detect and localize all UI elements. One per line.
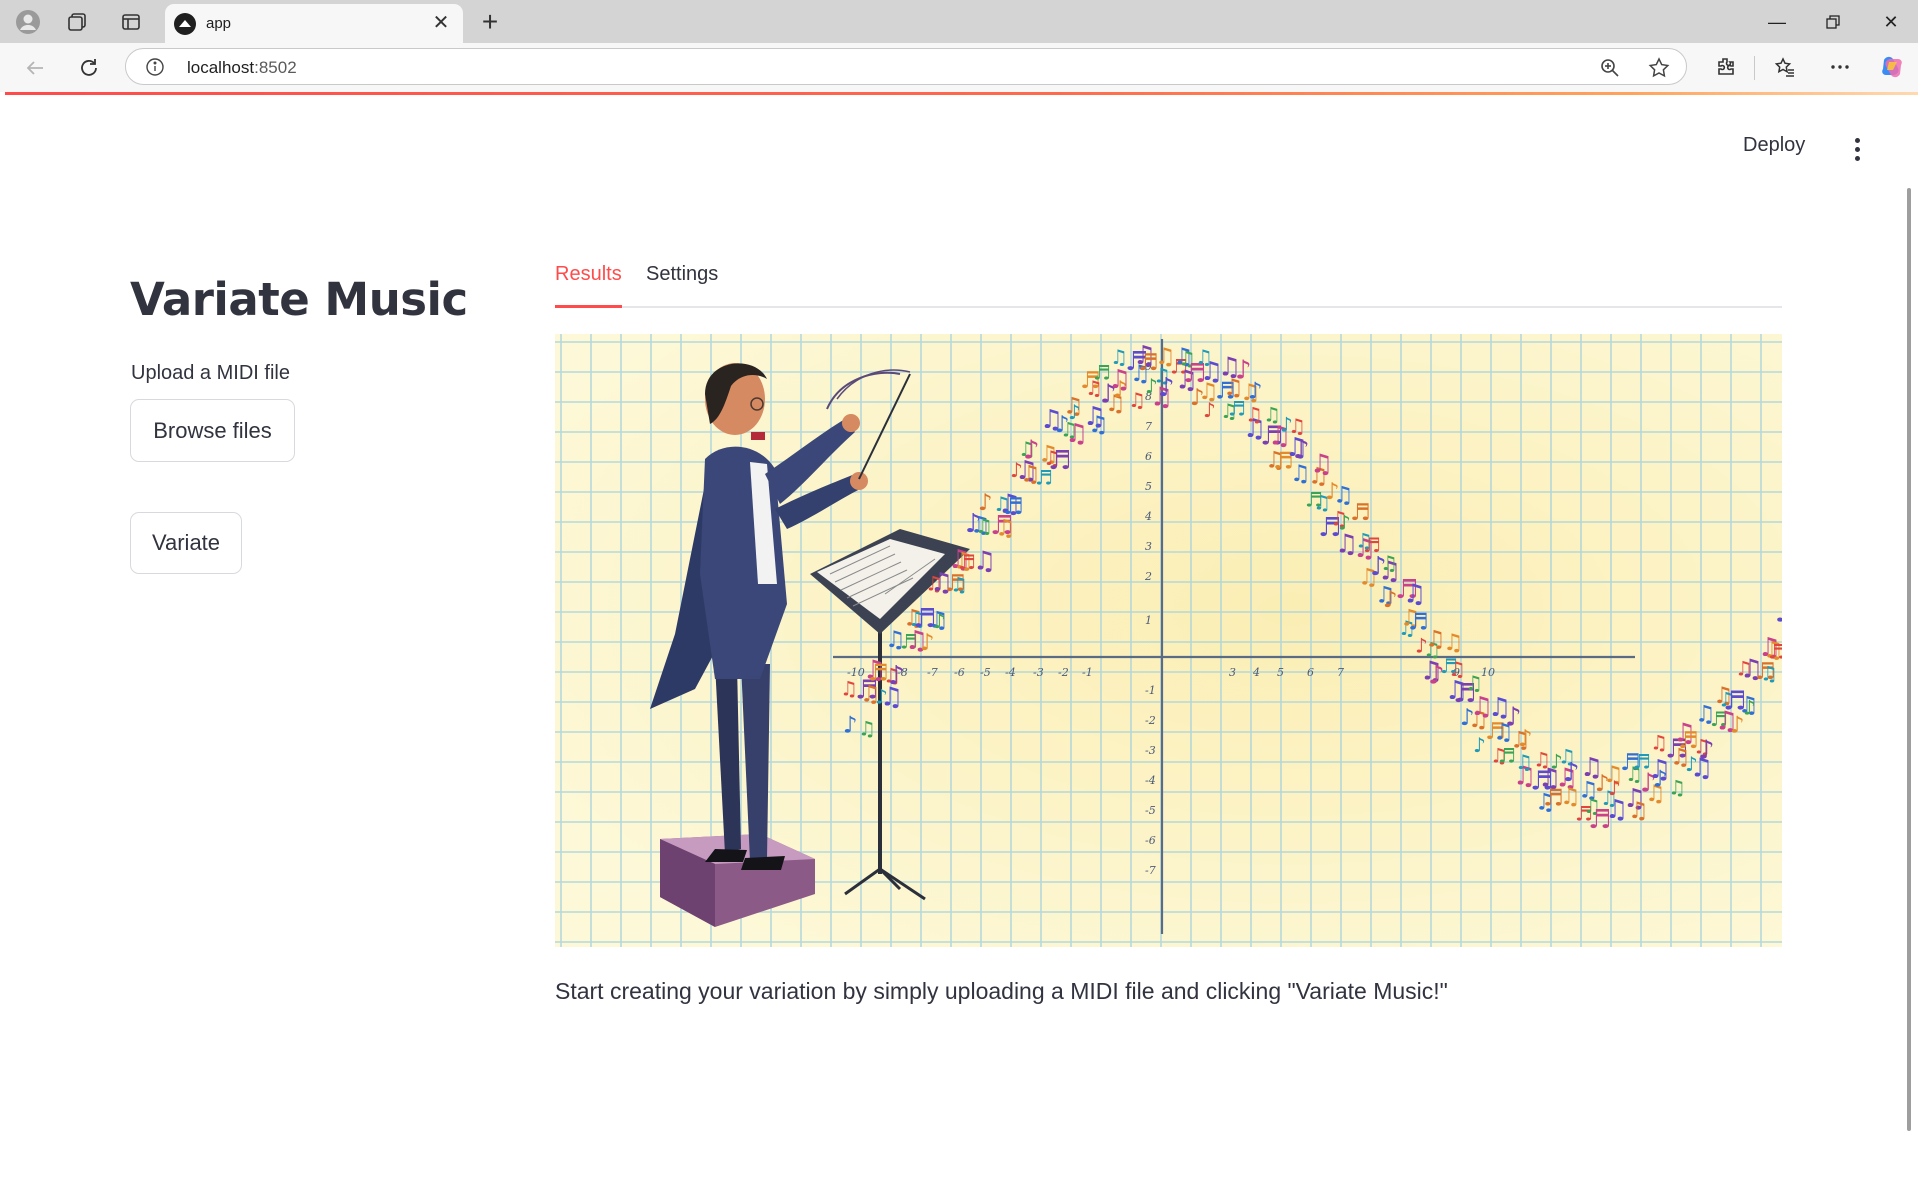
x-tick-label: -1 [1082, 666, 1093, 679]
site-info-icon[interactable] [145, 57, 165, 77]
x-tick-label: 5 [1277, 666, 1284, 679]
music-note: ♪ [1775, 599, 1782, 629]
music-note: ♪ [1608, 776, 1621, 800]
profile-icon[interactable] [14, 8, 41, 35]
scrollbar-thumb[interactable] [1907, 188, 1911, 1131]
y-tick-label: -2 [1145, 714, 1156, 727]
url-text: localhost:8502 [187, 58, 297, 77]
x-tick-label: -7 [927, 666, 938, 679]
close-window-icon[interactable]: ✕ [1868, 6, 1914, 38]
x-tick-label: 4 [1252, 666, 1260, 679]
toolbar-separator [1754, 56, 1755, 80]
y-tick-label: -3 [1145, 744, 1156, 757]
y-tick-label: 7 [1145, 420, 1152, 433]
workspaces-icon[interactable] [63, 8, 90, 35]
reload-icon[interactable] [73, 52, 105, 84]
music-note: ♫ [1668, 776, 1686, 800]
music-note: ♪ [1203, 398, 1216, 422]
x-tick-label: 6 [1307, 666, 1314, 679]
x-tick-label: 3 [1229, 666, 1236, 679]
music-note: ♫ [1310, 449, 1333, 479]
y-tick-label: 5 [1145, 480, 1152, 493]
music-note: ♪ [1473, 733, 1486, 757]
music-note: ♪ [933, 609, 946, 633]
y-tick-label: -5 [1145, 804, 1156, 817]
hero-illustration: -10 -8 -7 -6 -5 -4 -3 -2 -1 3 4 5 6 7 9 10 9 8 7 6 5 4 3 2 1 -1 -2… [555, 334, 1782, 947]
deploy-button[interactable]: Deploy [1743, 134, 1805, 157]
browser-tab-app[interactable]: app ✕ [165, 4, 463, 43]
results-tabs: Results Settings [555, 255, 1782, 308]
music-note: ♬ [1048, 446, 1071, 476]
music-note: ♫ [1448, 657, 1466, 681]
upload-label: Upload a MIDI file [131, 362, 290, 384]
tab-title: app [206, 15, 232, 32]
music-note: ♬ [1350, 500, 1371, 526]
music-note: ♫ [1380, 551, 1398, 575]
streamlit-favicon-icon [174, 13, 196, 35]
y-tick-label: 2 [1144, 570, 1152, 583]
music-note: ♪ [1068, 400, 1081, 424]
main-menu-icon[interactable] [1846, 134, 1868, 164]
close-tab-icon[interactable]: ✕ [429, 10, 453, 34]
x-tick-label: -6 [954, 666, 965, 679]
favorites-icon[interactable] [1770, 52, 1800, 82]
music-note: ♫ [1128, 388, 1146, 412]
y-tick-label: -6 [1145, 834, 1156, 847]
x-tick-label: 10 [1481, 666, 1495, 679]
music-note: ♪ [1653, 767, 1668, 793]
tab-results[interactable]: Results [555, 263, 622, 286]
music-note: ♫ [1443, 630, 1464, 656]
y-tick-label: 1 [1145, 614, 1152, 627]
browse-files-button[interactable]: Browse files [130, 399, 295, 462]
y-tick-label: -7 [1145, 864, 1156, 877]
music-note: ♫ [1403, 579, 1426, 609]
extensions-icon[interactable] [1711, 52, 1741, 82]
music-note: ♪ [1293, 435, 1310, 465]
x-tick-label: -2 [1058, 666, 1069, 679]
music-note: ♫ [858, 717, 876, 741]
new-tab-icon[interactable]: + [474, 6, 506, 38]
x-tick-label: -5 [980, 666, 991, 679]
y-tick-label: 4 [1144, 510, 1152, 523]
y-tick-label: 3 [1145, 540, 1152, 553]
restore-icon[interactable] [1810, 6, 1856, 38]
music-note: ♬ [1363, 533, 1381, 557]
y-tick-label: 6 [1145, 450, 1152, 463]
music-note: ♫ [1760, 662, 1778, 686]
music-note: ♪ [1518, 726, 1533, 752]
x-tick-label: 7 [1337, 666, 1344, 679]
active-tab-indicator [555, 305, 622, 308]
music-note: ♫ [973, 546, 996, 576]
y-tick-label: -4 [1145, 774, 1156, 787]
music-note: ♪ [1743, 695, 1756, 719]
music-note: ♫ [950, 572, 968, 596]
music-note: ♬ [1003, 494, 1024, 520]
tab-divider [555, 306, 1782, 308]
music-note: ♪ [843, 712, 858, 738]
music-note: ♪ [888, 661, 905, 691]
browser-tab-bar: app ✕ + — ✕ [0, 0, 1918, 43]
address-bar[interactable]: localhost:8502 [125, 48, 1687, 85]
x-tick-label: -3 [1033, 666, 1044, 679]
more-options-icon[interactable] [1825, 52, 1855, 82]
variate-button[interactable]: Variate [130, 512, 242, 574]
minimize-icon[interactable]: — [1754, 6, 1800, 38]
results-caption: Start creating your variation by simply … [555, 978, 1448, 1004]
music-note: ♪ [1248, 379, 1263, 405]
music-note: ♪ [1113, 377, 1128, 403]
copilot-icon[interactable] [1877, 52, 1907, 82]
y-tick-label: -1 [1145, 684, 1156, 697]
page-title: Variate Music [130, 273, 468, 326]
music-note: ♪ [1338, 511, 1351, 535]
favorite-star-icon[interactable] [1646, 55, 1672, 81]
music-note: ♪ [1698, 736, 1715, 766]
vertical-tabs-icon[interactable] [117, 8, 144, 35]
x-tick-label: -4 [1005, 666, 1016, 679]
music-note: ♬ [1768, 640, 1782, 664]
back-icon[interactable] [19, 52, 51, 84]
zoom-icon[interactable] [1597, 55, 1623, 81]
browser-toolbar: localhost:8502 [0, 43, 1918, 92]
tab-settings[interactable]: Settings [646, 263, 718, 286]
